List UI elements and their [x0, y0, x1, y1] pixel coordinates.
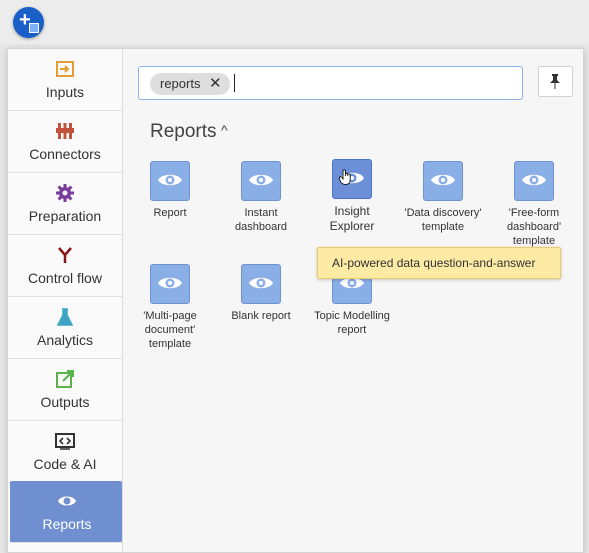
tile-label: 'Multi-page document' template [143, 310, 197, 350]
top-bar: + [0, 0, 589, 44]
category-sidebar: Inputs Connectors Preparation Control fl… [8, 49, 123, 552]
tile-label: Report [153, 207, 187, 219]
tile-label: 'Free-form dashboard' template [506, 207, 562, 247]
pin-button[interactable] [538, 66, 573, 97]
sidebar-item-preparation[interactable]: Preparation [8, 173, 122, 235]
sidebar-item-control-flow[interactable]: Control flow [8, 235, 122, 297]
node-list-area: reports ✕ Reports ^ Report Instant dashb… [123, 49, 583, 552]
square-icon [29, 23, 39, 33]
sidebar-item-label: Code & AI [33, 456, 97, 472]
tile-label: Topic Modelling report [314, 310, 390, 336]
sidebar-item-analytics[interactable]: Analytics [8, 297, 122, 359]
sidebar-item-label: Reports [42, 516, 92, 532]
sidebar-item-label: Preparation [28, 208, 102, 224]
sidebar-item-code-ai[interactable]: Code & AI [8, 421, 122, 483]
tile-icon-box [150, 264, 190, 304]
gear-icon [56, 184, 74, 202]
tile-label: 'Data discovery' template [404, 207, 482, 233]
search-input[interactable]: reports ✕ [138, 66, 523, 100]
inputs-icon [56, 61, 74, 77]
node-picker-panel: Inputs Connectors Preparation Control fl… [7, 48, 584, 553]
eye-icon [158, 277, 182, 289]
tile-label: Blank report [231, 310, 291, 322]
eye-icon [522, 174, 546, 186]
collapse-chevron-icon[interactable]: ^ [221, 122, 228, 138]
eye-icon [158, 174, 182, 186]
search-chip: reports ✕ [150, 73, 230, 95]
pin-icon [550, 74, 560, 89]
tooltip-text: AI-powered data question-and-answer [332, 256, 536, 270]
connectors-icon [56, 123, 74, 139]
tooltip: AI-powered data question-and-answer [317, 247, 561, 279]
text-cursor [234, 74, 235, 92]
branch-icon [58, 247, 72, 263]
tile-icon-box [514, 161, 554, 201]
flask-icon [56, 308, 74, 326]
tile-icon-box [423, 161, 463, 201]
sidebar-item-connectors[interactable]: Connectors [8, 111, 122, 173]
export-icon [56, 370, 74, 388]
hand-cursor-icon [339, 169, 351, 185]
section-title: Reports [150, 121, 217, 142]
code-icon [55, 433, 75, 450]
add-node-button[interactable]: + [13, 7, 44, 38]
sidebar-item-inputs[interactable]: Inputs [8, 49, 122, 111]
tile-icon-box [241, 161, 281, 201]
sidebar-item-outputs[interactable]: Outputs [8, 359, 122, 421]
sidebar-item-label: Outputs [40, 394, 90, 410]
eye-icon [249, 277, 273, 289]
search-chip-label: reports [160, 76, 201, 91]
remove-chip-icon[interactable]: ✕ [209, 74, 222, 92]
sidebar-item-reports[interactable]: Reports [10, 481, 122, 543]
sidebar-item-label: Analytics [36, 332, 94, 348]
tile-icon-box [150, 161, 190, 201]
eye-icon [249, 174, 273, 186]
sidebar-item-label: Control flow [28, 270, 102, 286]
sidebar-item-label: Connectors [29, 146, 101, 162]
sidebar-item-label: Inputs [45, 84, 85, 100]
tile-label: Instant dashboard [235, 207, 287, 233]
eye-icon [431, 174, 455, 186]
eye-icon [58, 496, 76, 506]
tile-icon-box [241, 264, 281, 304]
tile-label: Insight Explorer [329, 204, 375, 233]
tile-icon-box [332, 159, 372, 199]
